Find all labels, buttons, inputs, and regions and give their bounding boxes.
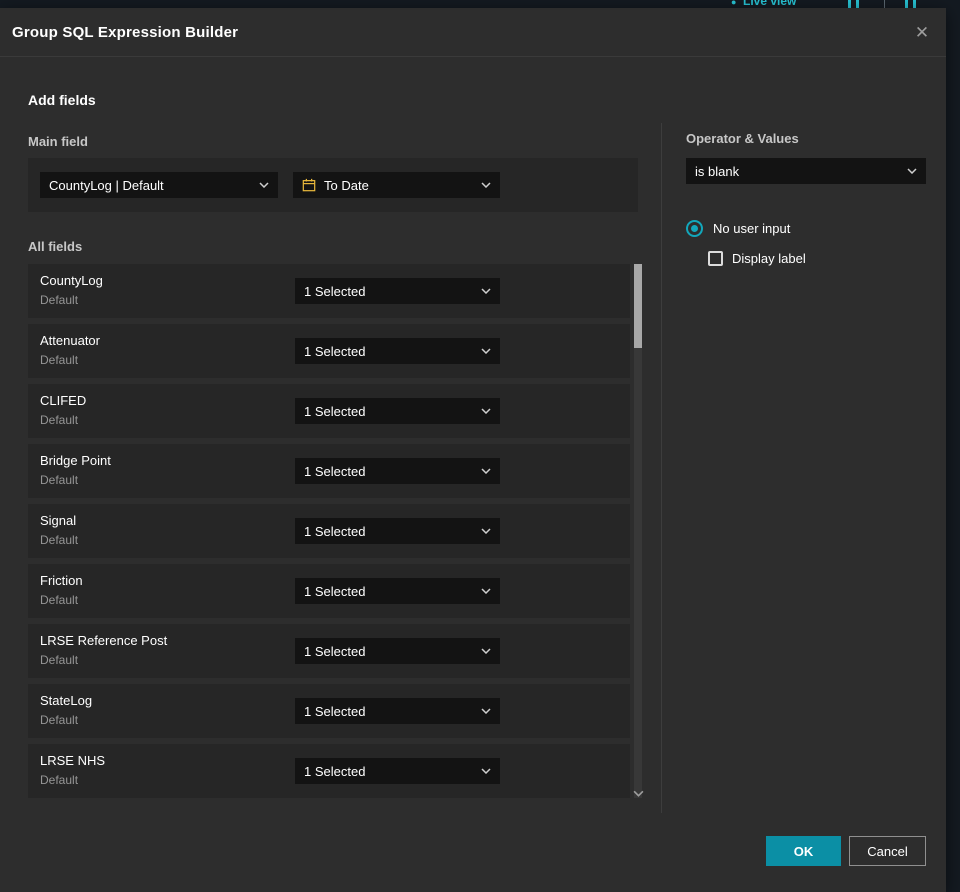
field-name: StateLog [40,693,93,708]
chevron-down-icon [259,182,269,188]
dropdown-value: 1 Selected [304,403,366,419]
dropdown-value: is blank [695,163,740,179]
field-row-bridge-point: Bridge Point Default 1 Selected [28,444,630,498]
live-view-label: Live view [743,0,797,8]
field-row-signal: Signal Default 1 Selected [28,504,630,558]
scrollbar[interactable] [634,264,642,798]
no-user-input-label: No user input [713,221,791,236]
section-title: Add fields [28,92,96,108]
field-selected-dropdown[interactable]: 1 Selected [295,518,500,544]
sql-expression-builder-dialog: Group SQL Expression Builder ✕ Add field… [0,8,946,892]
field-name: Attenuator [40,333,100,348]
dropdown-value: To Date [324,177,369,193]
operator-select[interactable]: is blank [686,158,926,184]
display-label-option: Display label [708,251,806,266]
chevron-down-icon [907,168,917,174]
dialog-title: Group SQL Expression Builder [12,23,239,41]
chevron-down-icon [481,528,491,534]
chevron-down-icon [481,708,491,714]
field-subtitle: Default [40,413,79,427]
chevron-down-icon [481,768,491,774]
toolbar-icon[interactable] [905,0,908,8]
field-selected-dropdown[interactable]: 1 Selected [295,278,500,304]
field-name: LRSE Reference Post [40,633,168,648]
dropdown-value: 1 Selected [304,343,366,359]
toolbar-icon[interactable] [913,0,916,8]
field-row-statelog: StateLog Default 1 Selected [28,684,630,738]
field-subtitle: Default [40,773,79,787]
field-name: LRSE NHS [40,753,106,768]
dropdown-value: 1 Selected [304,463,366,479]
field-row-lrse-nhs: LRSE NHS Default 1 Selected [28,744,630,798]
no-user-input-option: No user input [686,220,790,237]
field-subtitle: Default [40,473,79,487]
dropdown-value: CountyLog | Default [49,177,164,193]
toolbar-icon[interactable] [848,0,851,8]
field-subtitle: Default [40,353,79,367]
dropdown-value: 1 Selected [304,583,366,599]
chevron-down-icon [481,648,491,654]
display-label-label: Display label [732,251,806,266]
field-selected-dropdown[interactable]: 1 Selected [295,398,500,424]
field-subtitle: Default [40,533,79,547]
chevron-down-icon [481,348,491,354]
field-name: Signal [40,513,77,528]
main-field-label: Main field [28,134,88,149]
chevron-down-icon [481,588,491,594]
dialog-header: Group SQL Expression Builder ✕ [0,8,946,57]
screen: ● Live view Group SQL Expression Builder… [0,0,960,892]
field-subtitle: Default [40,293,79,307]
field-name: CLIFED [40,393,87,408]
dropdown-value: 1 Selected [304,523,366,539]
column-divider [661,123,662,813]
field-selected-dropdown[interactable]: 1 Selected [295,698,500,724]
field-subtitle: Default [40,713,79,727]
main-field-panel: CountyLog | Default To Date [28,158,638,212]
field-selected-dropdown[interactable]: 1 Selected [295,338,500,364]
all-fields-label: All fields [28,239,83,254]
operator-values-label: Operator & Values [686,131,799,146]
live-view-dot-icon: ● [731,0,737,7]
close-icon: ✕ [914,23,930,42]
chevron-down-icon [481,288,491,294]
close-button[interactable]: ✕ [908,19,936,47]
cancel-button[interactable]: Cancel [849,836,926,866]
chevron-down-icon [481,468,491,474]
field-selected-dropdown[interactable]: 1 Selected [295,758,500,784]
main-field-select[interactable]: CountyLog | Default [40,172,278,198]
chevron-down-icon [481,182,491,188]
field-selected-dropdown[interactable]: 1 Selected [295,638,500,664]
field-row-attenuator: Attenuator Default 1 Selected [28,324,630,378]
field-row-clifed: CLIFED Default 1 Selected [28,384,630,438]
scrollbar-thumb[interactable] [634,264,642,348]
dropdown-value: 1 Selected [304,763,366,779]
ok-button[interactable]: OK [766,836,841,866]
dropdown-value: 1 Selected [304,703,366,719]
main-field-date-select[interactable]: To Date [293,172,500,198]
field-row-lrse-reference-post: LRSE Reference Post Default 1 Selected [28,624,630,678]
scroll-down-icon[interactable] [630,786,646,800]
calendar-icon [302,178,316,192]
field-name: CountyLog [40,273,103,288]
field-selected-dropdown[interactable]: 1 Selected [295,578,500,604]
no-user-input-radio[interactable] [686,220,703,237]
field-row-countylog: CountyLog Default 1 Selected [28,264,630,318]
field-subtitle: Default [40,593,79,607]
field-selected-dropdown[interactable]: 1 Selected [295,458,500,484]
dropdown-value: 1 Selected [304,643,366,659]
field-row-friction: Friction Default 1 Selected [28,564,630,618]
toolbar-divider [884,0,885,8]
app-top-bar: ● Live view [0,0,960,8]
field-name: Friction [40,573,83,588]
toolbar-icon[interactable] [856,0,859,8]
display-label-checkbox[interactable] [708,251,723,266]
field-subtitle: Default [40,653,79,667]
field-name: Bridge Point [40,453,111,468]
dropdown-value: 1 Selected [304,283,366,299]
chevron-down-icon [481,408,491,414]
